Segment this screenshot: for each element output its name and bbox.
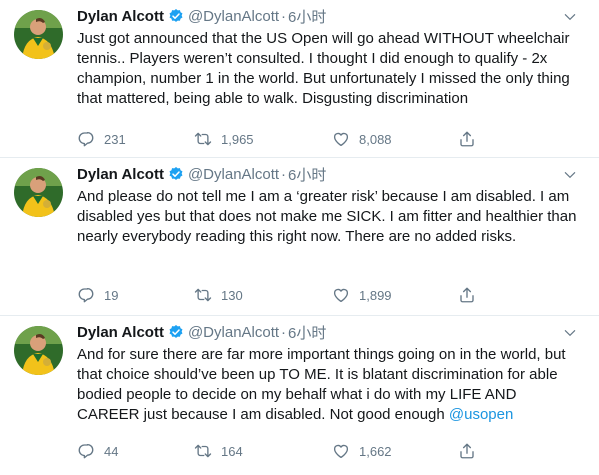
tweet-header: Dylan Alcott @DylanAlcott · 6小时 — [77, 5, 585, 27]
retweet-count: 164 — [221, 443, 243, 459]
reply-button[interactable]: 19 — [77, 286, 194, 304]
like-count: 1,662 — [359, 443, 392, 459]
share-button[interactable] — [458, 442, 476, 460]
tweet-body: Just got announced that the US Open will… — [77, 30, 570, 107]
share-button[interactable] — [458, 286, 476, 304]
avatar[interactable] — [14, 326, 63, 375]
retweet-count: 130 — [221, 287, 243, 303]
tweet-header: Dylan Alcott @DylanAlcott · 6小时 — [77, 321, 585, 343]
author-name[interactable]: Dylan Alcott — [77, 166, 164, 183]
timestamp[interactable]: 6小时 — [288, 322, 326, 343]
like-count: 8,088 — [359, 131, 392, 147]
avatar-image — [14, 326, 63, 375]
retweet-icon — [194, 288, 212, 302]
separator-dot: · — [281, 165, 287, 183]
share-icon — [460, 131, 474, 147]
like-icon — [333, 444, 349, 459]
tweet[interactable]: Dylan Alcott @DylanAlcott · 6小时 Just got… — [0, 0, 599, 158]
tweet-header: Dylan Alcott @DylanAlcott · 6小时 — [77, 163, 585, 185]
chevron-down-icon[interactable] — [563, 326, 577, 340]
chevron-down-icon[interactable] — [563, 10, 577, 24]
retweet-button[interactable]: 130 — [194, 286, 332, 304]
tweet-actions: 231 1,965 8,088 — [77, 130, 476, 148]
timestamp[interactable]: 6小时 — [288, 6, 326, 27]
author-handle[interactable]: @DylanAlcott — [188, 166, 279, 183]
retweet-icon — [194, 132, 212, 146]
avatar-image — [14, 10, 63, 59]
like-button[interactable]: 8,088 — [332, 130, 458, 148]
reply-count: 231 — [104, 131, 126, 147]
timestamp[interactable]: 6小时 — [288, 164, 326, 185]
avatar-image — [14, 168, 63, 217]
tweet-body: And please do not tell me I am a ‘greate… — [77, 188, 577, 245]
reply-button[interactable]: 231 — [77, 130, 194, 148]
like-button[interactable]: 1,899 — [332, 286, 458, 304]
like-count: 1,899 — [359, 287, 392, 303]
reply-count: 19 — [104, 287, 119, 303]
like-icon — [333, 288, 349, 303]
retweet-count: 1,965 — [221, 131, 254, 147]
avatar[interactable] — [14, 10, 63, 59]
retweet-button[interactable]: 164 — [194, 442, 332, 460]
tweet-text: And please do not tell me I am a ‘greate… — [77, 187, 583, 247]
tweet[interactable]: Dylan Alcott @DylanAlcott · 6小时 And plea… — [0, 158, 599, 316]
tweet-text: Just got announced that the US Open will… — [77, 29, 583, 109]
like-button[interactable]: 1,662 — [332, 442, 458, 460]
author-handle[interactable]: @DylanAlcott — [188, 324, 279, 341]
retweet-icon — [194, 444, 212, 458]
reply-icon — [78, 131, 94, 147]
share-icon — [460, 287, 474, 303]
tweet[interactable]: Dylan Alcott @DylanAlcott · 6小时 And for … — [0, 316, 599, 475]
separator-dot: · — [281, 323, 287, 341]
separator-dot: · — [281, 7, 287, 25]
verified-badge-icon — [169, 9, 183, 22]
reply-button[interactable]: 44 — [77, 442, 194, 460]
retweet-button[interactable]: 1,965 — [194, 130, 332, 148]
tweet-content: Dylan Alcott @DylanAlcott · 6小时 And plea… — [77, 163, 585, 247]
tweet-content: Dylan Alcott @DylanAlcott · 6小时 And for … — [77, 321, 585, 425]
chevron-down-icon[interactable] — [563, 168, 577, 182]
tweet-content: Dylan Alcott @DylanAlcott · 6小时 Just got… — [77, 5, 585, 109]
tweet-actions: 19 130 1,899 — [77, 286, 476, 304]
reply-count: 44 — [104, 443, 119, 459]
share-button[interactable] — [458, 130, 476, 148]
avatar[interactable] — [14, 168, 63, 217]
mention-link[interactable]: @usopen — [449, 406, 513, 423]
author-name[interactable]: Dylan Alcott — [77, 324, 164, 341]
tweet-actions: 44 164 1,662 — [77, 442, 476, 460]
verified-badge-icon — [169, 325, 183, 338]
share-icon — [460, 443, 474, 459]
tweet-text: And for sure there are far more importan… — [77, 345, 583, 425]
author-handle[interactable]: @DylanAlcott — [188, 8, 279, 25]
like-icon — [333, 132, 349, 147]
tweet-thread: Dylan Alcott @DylanAlcott · 6小时 Just got… — [0, 0, 599, 475]
reply-icon — [78, 287, 94, 303]
author-name[interactable]: Dylan Alcott — [77, 8, 164, 25]
verified-badge-icon — [169, 167, 183, 180]
reply-icon — [78, 443, 94, 459]
